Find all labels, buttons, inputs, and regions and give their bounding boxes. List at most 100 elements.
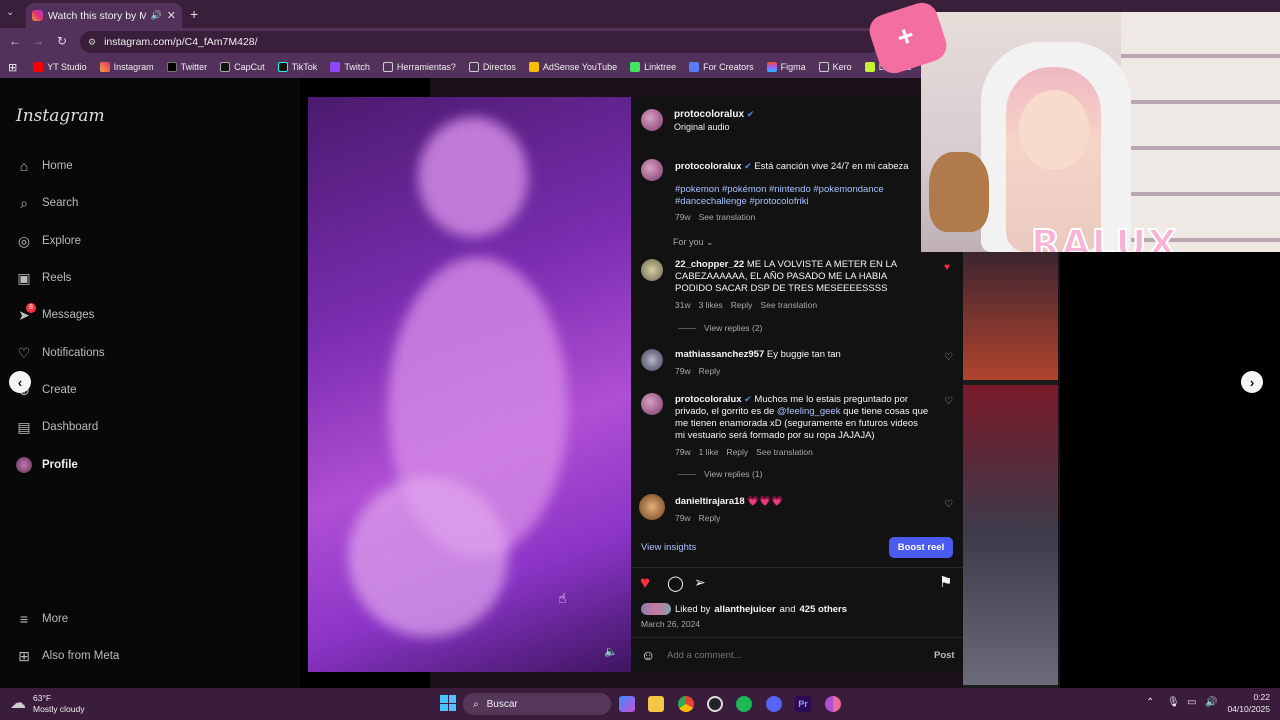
mute-icon[interactable]: 🔈: [604, 645, 618, 658]
previous-arrow-icon[interactable]: ‹: [9, 371, 31, 393]
share-icon[interactable]: ➢: [694, 574, 706, 591]
reel-video[interactable]: 🔈: [308, 97, 631, 672]
tray-chevron-icon[interactable]: ⌃: [1146, 697, 1154, 708]
clock-date[interactable]: 04/10/2025: [1222, 704, 1270, 714]
boost-reel-button[interactable]: Boost reel: [889, 537, 953, 558]
add-comment-input[interactable]: [667, 647, 907, 663]
volume-icon[interactable]: 🔊: [1205, 697, 1217, 708]
see-translation-link[interactable]: See translation: [756, 447, 813, 457]
reply-link[interactable]: Reply: [726, 447, 748, 457]
bookmark-adsense[interactable]: AdSense YouTube: [528, 62, 617, 72]
chrome-icon[interactable]: [678, 696, 694, 712]
sidebar-item-explore[interactable]: ◎ Explore: [16, 233, 81, 249]
like-heart-icon[interactable]: ♥: [640, 573, 650, 593]
taskbar-search[interactable]: ⌕ Buscar: [463, 693, 611, 715]
file-explorer-icon[interactable]: [648, 696, 664, 712]
forward-icon[interactable]: →: [29, 34, 47, 48]
spotify-icon[interactable]: [736, 696, 752, 712]
comment-avatar[interactable]: [641, 349, 663, 371]
browser-tab[interactable]: Watch this story by Miguel 🔊 ✕: [26, 3, 182, 28]
post-comment-button[interactable]: Post: [934, 650, 955, 661]
instagram-logo[interactable]: Instagram: [16, 106, 105, 126]
liked-by-others[interactable]: 425 others: [800, 604, 848, 615]
discord-icon[interactable]: [766, 696, 782, 712]
network-icon[interactable]: ▭: [1187, 697, 1196, 708]
heart-icon[interactable]: ♡: [944, 499, 953, 510]
address-bar[interactable]: ⚙ instagram.com/p/C4_fAm7M428/: [80, 31, 880, 53]
sidebar-item-messages[interactable]: ➤ 8 Messages: [16, 303, 94, 323]
sidebar-item-also-from-meta[interactable]: ⊞ Also from Meta: [16, 648, 119, 664]
caption-hashtags[interactable]: #pokemon #pokémon #nintendo #pokemondanc…: [675, 184, 905, 208]
bookmark-tiktok[interactable]: TikTok: [277, 62, 317, 72]
premiere-icon[interactable]: Pr: [795, 696, 811, 712]
sidebar-item-dashboard[interactable]: ▤ Dashboard: [16, 419, 98, 435]
see-translation-link[interactable]: See translation: [760, 300, 817, 310]
sidebar-item-notifications[interactable]: ♡ Notifications: [16, 345, 105, 361]
chrome-profile-icon[interactable]: [825, 696, 841, 712]
microphone-icon[interactable]: 🎙: [1167, 697, 1180, 708]
new-tab-icon[interactable]: +: [190, 6, 198, 22]
sidebar-item-search[interactable]: ⌕ Search: [16, 195, 78, 211]
sidebar-item-home[interactable]: ⌂ Home: [16, 158, 73, 174]
apps-icon[interactable]: ⊞: [8, 61, 17, 74]
comment-icon[interactable]: ◯: [667, 574, 684, 592]
author-avatar[interactable]: [641, 109, 663, 131]
comment-avatar[interactable]: [641, 393, 663, 415]
obs-icon[interactable]: [707, 696, 723, 712]
tab-list-icon[interactable]: ⌄: [6, 7, 14, 18]
reply-link[interactable]: Reply: [699, 366, 721, 376]
speaker-icon[interactable]: 🔊: [151, 10, 162, 21]
liker-avatars[interactable]: [641, 603, 671, 615]
bookmark-instagram[interactable]: Instagram: [99, 62, 154, 72]
caption-username[interactable]: protocoloralux: [675, 161, 742, 172]
liked-heart-icon[interactable]: ♥: [944, 262, 950, 273]
bookmark-icon[interactable]: ⚑: [939, 573, 952, 591]
comment-avatar[interactable]: [639, 494, 665, 520]
comment-username[interactable]: mathiassanchez957: [675, 349, 764, 360]
for-you-dropdown[interactable]: For you ⌄: [673, 237, 714, 248]
emoji-icon[interactable]: ☺: [641, 647, 655, 663]
mention-link[interactable]: @feeling_geek: [777, 406, 841, 417]
bookmark-folder-directos[interactable]: Directos: [468, 62, 516, 72]
bookmark-linktree[interactable]: Linktree: [630, 62, 676, 72]
sidebar-item-profile[interactable]: Profile: [16, 457, 78, 473]
reload-icon[interactable]: ↻: [53, 34, 71, 48]
comment-username[interactable]: danieltirajara18: [675, 496, 745, 507]
post-author[interactable]: protocoloralux ✔: [674, 109, 754, 120]
bookmark-capcut[interactable]: CapCut: [220, 62, 265, 72]
weather-icon[interactable]: ☁: [10, 693, 26, 713]
copilot-icon[interactable]: [619, 696, 635, 712]
bookmark-folder-herramientas[interactable]: Herramientas?: [382, 62, 456, 72]
heart-icon[interactable]: ♡: [944, 352, 953, 363]
bookmark-figma[interactable]: Figma: [766, 62, 806, 72]
view-replies-1[interactable]: View replies (2): [678, 323, 762, 333]
bookmark-yt-studio[interactable]: YT Studio: [33, 62, 87, 72]
bookmark-twitter[interactable]: Twitter: [166, 62, 207, 72]
comment-avatar[interactable]: [641, 259, 663, 281]
author-username[interactable]: protocoloralux: [674, 109, 744, 120]
caption-avatar[interactable]: [641, 159, 663, 181]
clock-time[interactable]: 0:22: [1228, 692, 1270, 702]
view-replies-2[interactable]: View replies (1): [678, 469, 762, 479]
comment-likes[interactable]: 3 likes: [699, 300, 723, 310]
liked-by-user[interactable]: allanthejuicer: [714, 604, 775, 615]
comment-likes[interactable]: 1 like: [699, 447, 719, 457]
audio-label[interactable]: Original audio: [674, 122, 730, 132]
comment-username[interactable]: protocoloralux: [675, 394, 742, 405]
reply-link[interactable]: Reply: [699, 513, 721, 523]
see-translation-link[interactable]: See translation: [699, 212, 756, 222]
back-icon[interactable]: ←: [6, 34, 24, 48]
site-info-icon[interactable]: ⚙: [88, 37, 96, 48]
next-arrow-icon[interactable]: ›: [1241, 371, 1263, 393]
heart-icon[interactable]: ♡: [944, 396, 953, 407]
view-insights-link[interactable]: View insights: [641, 542, 696, 553]
close-tab-icon[interactable]: ✕: [167, 9, 176, 22]
bookmark-for-creators[interactable]: For Creators: [689, 62, 754, 72]
windows-start-icon[interactable]: [440, 695, 456, 711]
bookmark-twitch[interactable]: Twitch: [330, 62, 370, 72]
reply-link[interactable]: Reply: [731, 300, 753, 310]
bookmark-folder-kero[interactable]: Kero: [818, 62, 852, 72]
sidebar-item-reels[interactable]: ▣ Reels: [16, 270, 71, 286]
comment-username[interactable]: 22_chopper_22: [675, 259, 744, 270]
sidebar-item-more[interactable]: ≡ More: [16, 611, 68, 627]
